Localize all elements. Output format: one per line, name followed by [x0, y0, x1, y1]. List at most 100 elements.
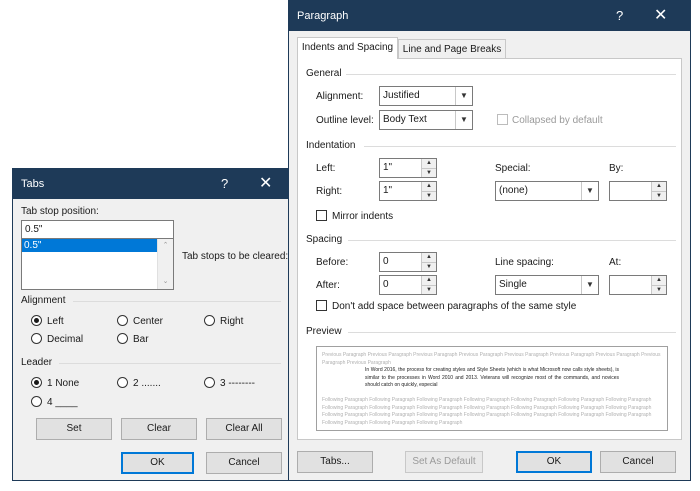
spin-down-icon[interactable]: ▼ — [422, 169, 436, 177]
chevron-down-icon[interactable]: ▼ — [455, 111, 472, 129]
collapsed-by-default-checkbox[interactable] — [497, 114, 508, 125]
tabs-button[interactable]: Tabs... — [297, 451, 373, 473]
spin-up-icon[interactable]: ▲ — [422, 253, 436, 263]
indent-left-label: Left: — [316, 163, 336, 174]
spin-buttons[interactable]: ▲ ▼ — [651, 182, 666, 200]
spin-buttons[interactable]: ▲ ▼ — [421, 182, 436, 200]
alignment-label: Alignment: — [316, 91, 364, 102]
leader-none-radio[interactable] — [31, 377, 42, 388]
alignment-value: Justified — [383, 90, 420, 101]
indent-right-spinner[interactable]: 1" ▲ ▼ — [379, 181, 437, 201]
spin-buttons[interactable]: ▲ ▼ — [421, 253, 436, 271]
tab-stop-list[interactable]: 0.5" ⌃ ⌄ — [21, 238, 174, 290]
alignment-decimal-label: Decimal — [47, 334, 84, 345]
spin-up-icon[interactable]: ▲ — [422, 276, 436, 286]
after-value: 0 — [383, 279, 389, 290]
before-spinner[interactable]: 0 ▲ ▼ — [379, 252, 437, 272]
alignment-decimal-radio[interactable] — [31, 333, 42, 344]
tabs-cancel-button[interactable]: Cancel — [206, 452, 282, 474]
alignment-center-radio[interactable] — [117, 315, 128, 326]
preview-following-paragraph: Following Paragraph Following Paragraph … — [322, 397, 652, 426]
special-value: (none) — [499, 185, 528, 196]
indent-right-value: 1" — [383, 185, 393, 196]
chevron-down-icon[interactable]: ▼ — [581, 182, 598, 200]
dont-add-space-checkbox[interactable] — [316, 300, 327, 311]
leader-underline-radio[interactable] — [31, 396, 42, 407]
alignment-bar-label: Bar — [133, 334, 149, 345]
spin-up-icon[interactable]: ▲ — [422, 159, 436, 169]
scroll-up-icon[interactable]: ⌃ — [158, 239, 173, 253]
outline-level-value: Body Text — [383, 114, 427, 125]
leader-dots-radio[interactable] — [117, 377, 128, 388]
tab-line-and-page-breaks[interactable]: Line and Page Breaks — [398, 39, 506, 59]
clear-button[interactable]: Clear — [121, 418, 197, 440]
leader-dashes-radio[interactable] — [204, 377, 215, 388]
collapsed-by-default-label: Collapsed by default — [512, 115, 603, 126]
after-label: After: — [316, 280, 340, 291]
set-as-default-button[interactable]: Set As Default — [405, 451, 483, 473]
mirror-indents-checkbox[interactable] — [316, 210, 327, 221]
indent-right-label: Right: — [316, 186, 343, 197]
close-icon[interactable]: ✕ — [259, 173, 272, 193]
paragraph-cancel-button[interactable]: Cancel — [600, 451, 676, 473]
set-button[interactable]: Set — [36, 418, 112, 440]
spin-buttons[interactable]: ▲ ▼ — [421, 159, 436, 177]
leader-dots-label: 2 ....... — [133, 378, 161, 389]
clear-all-button[interactable]: Clear All — [206, 418, 282, 440]
spin-up-icon[interactable]: ▲ — [652, 182, 666, 192]
scroll-down-icon[interactable]: ⌄ — [158, 275, 173, 289]
chevron-down-icon[interactable]: ▼ — [455, 87, 472, 105]
outline-level-dropdown[interactable]: Body Text ▼ — [379, 110, 473, 130]
tabs-dialog: Tabs ? ✕ Tab stop position: 0.5" 0.5" ⌃ … — [12, 168, 290, 481]
at-spinner[interactable]: ▲ ▼ — [609, 275, 667, 295]
paragraph-ok-button[interactable]: OK — [516, 451, 592, 473]
spin-buttons[interactable]: ▲ ▼ — [651, 276, 666, 294]
help-icon[interactable]: ? — [616, 8, 623, 23]
spin-down-icon[interactable]: ▼ — [422, 286, 436, 294]
spin-down-icon[interactable]: ▼ — [422, 263, 436, 271]
alignment-right-radio[interactable] — [204, 315, 215, 326]
alignment-right-label: Right — [220, 316, 244, 327]
spin-buttons[interactable]: ▲ ▼ — [421, 276, 436, 294]
tab-stop-position-value: 0.5" — [25, 224, 43, 235]
general-section-label: General — [306, 68, 342, 79]
spin-down-icon[interactable]: ▼ — [652, 192, 666, 200]
close-icon[interactable]: ✕ — [654, 5, 667, 25]
by-spinner[interactable]: ▲ ▼ — [609, 181, 667, 201]
indent-left-value: 1" — [383, 162, 393, 173]
tab-stop-position-input[interactable]: 0.5" — [21, 220, 174, 239]
special-dropdown[interactable]: (none) ▼ — [495, 181, 599, 201]
alignment-left-radio[interactable] — [31, 315, 42, 326]
leader-section-label: Leader — [21, 357, 53, 368]
alignment-center-label: Center — [133, 316, 164, 327]
tabs-dialog-title: Tabs — [21, 178, 45, 190]
spin-down-icon[interactable]: ▼ — [422, 192, 436, 200]
line-spacing-label: Line spacing: — [495, 257, 554, 268]
line-spacing-dropdown[interactable]: Single ▼ — [495, 275, 599, 295]
indentation-section-label: Indentation — [306, 140, 356, 151]
tabs-title-bar: Tabs ? ✕ — [13, 169, 289, 199]
help-icon[interactable]: ? — [221, 176, 228, 191]
after-spinner[interactable]: 0 ▲ ▼ — [379, 275, 437, 295]
chevron-down-icon[interactable]: ▼ — [581, 276, 598, 294]
alignment-dropdown[interactable]: Justified ▼ — [379, 86, 473, 106]
before-value: 0 — [383, 256, 389, 267]
tab-stop-list-item[interactable]: 0.5" — [22, 239, 158, 252]
spacing-divider — [348, 240, 676, 241]
alignment-bar-radio[interactable] — [117, 333, 128, 344]
line-spacing-value: Single — [499, 279, 527, 290]
preview-previous-paragraph: Previous Paragraph Previous Paragraph Pr… — [322, 352, 661, 366]
spin-up-icon[interactable]: ▲ — [652, 276, 666, 286]
tabs-ok-button[interactable]: OK — [121, 452, 194, 474]
spin-up-icon[interactable]: ▲ — [422, 182, 436, 192]
tab-stops-to-be-cleared-label: Tab stops to be cleared: — [182, 251, 289, 262]
indentation-divider — [364, 146, 676, 147]
tab-indents-and-spacing[interactable]: Indents and Spacing — [297, 37, 398, 59]
dont-add-space-label: Don't add space between paragraphs of th… — [332, 301, 577, 312]
indent-left-spinner[interactable]: 1" ▲ ▼ — [379, 158, 437, 178]
alignment-divider — [73, 301, 281, 302]
preview-sample-paragraph: In Word 2016, the process for creating s… — [365, 367, 619, 388]
spin-down-icon[interactable]: ▼ — [652, 286, 666, 294]
leader-dashes-label: 3 -------- — [220, 378, 255, 389]
list-scrollbar[interactable]: ⌃ ⌄ — [157, 239, 173, 289]
